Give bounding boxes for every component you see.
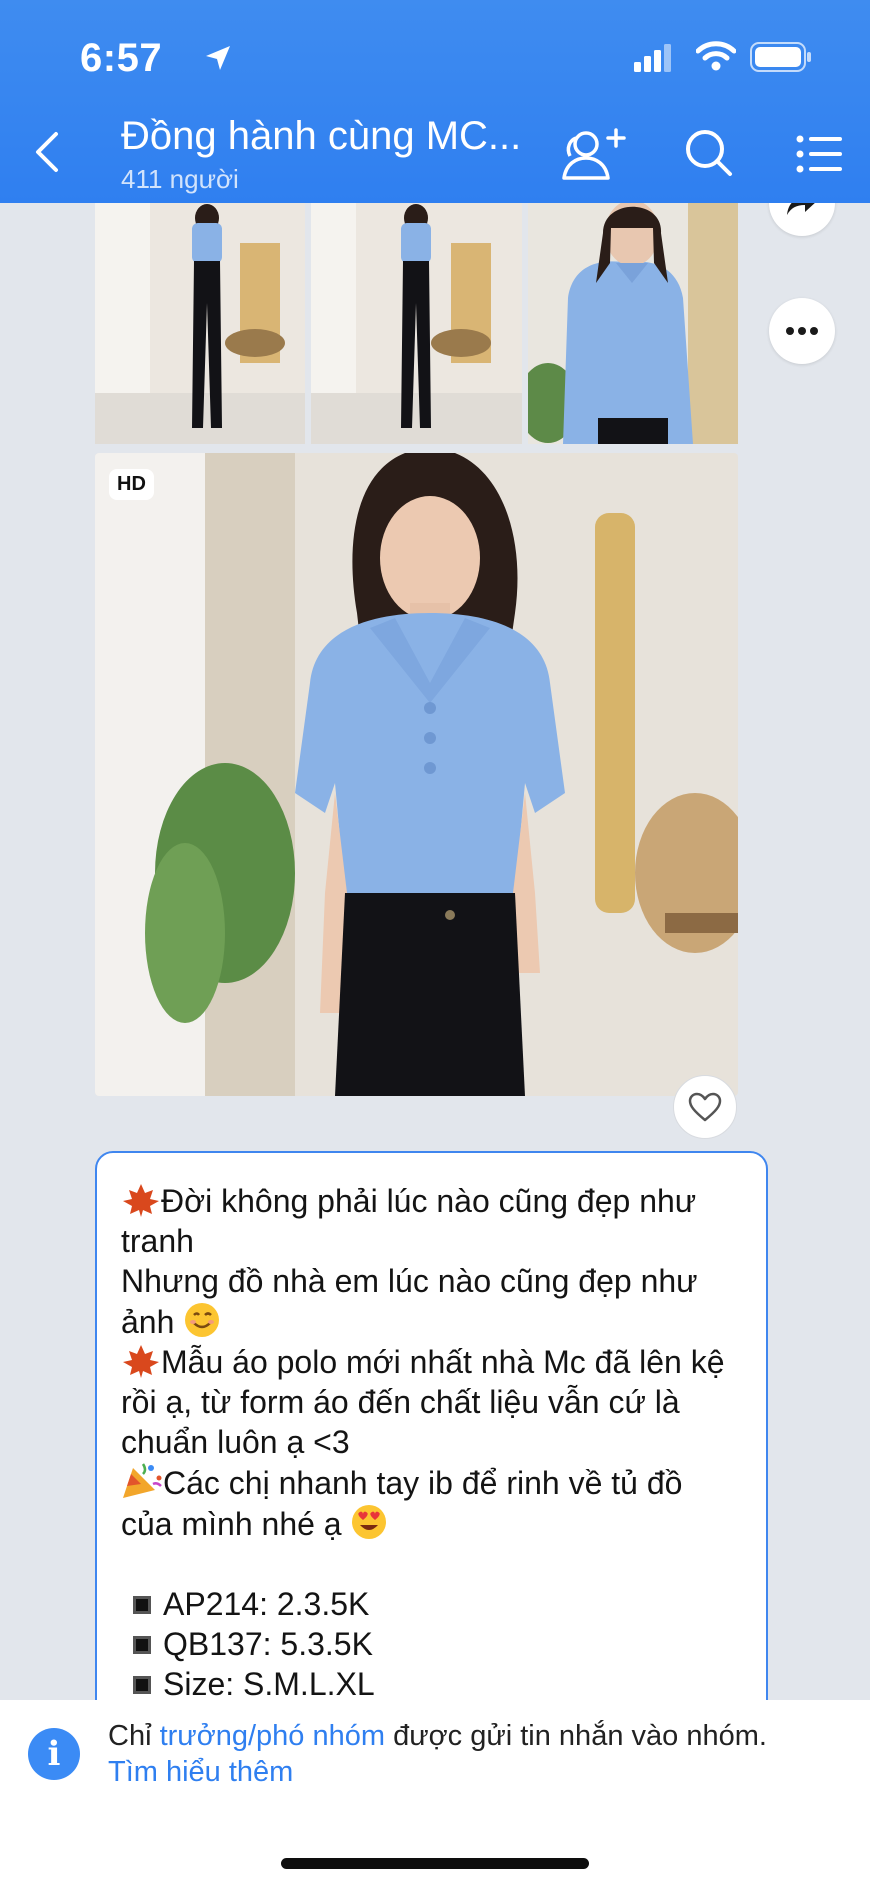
message-line: Đời không phải lúc nào cũng đẹp như tran…: [121, 1183, 697, 1259]
photo-thumbnail-3[interactable]: [528, 203, 738, 444]
share-forward-icon: [787, 203, 815, 215]
info-icon: i: [28, 1728, 80, 1780]
square-bullet-icon: [133, 1595, 151, 1614]
message-line: Các chị nhanh tay ib để rinh về tủ đồ củ…: [121, 1462, 742, 1544]
chat-header: 6:57 Đồng hành cùng MC... 411 người: [0, 0, 870, 203]
restricted-notice: Chỉ trưởng/phó nhóm được gửi tin nhắn và…: [108, 1720, 767, 1788]
learn-more-link[interactable]: Tìm hiểu thêm: [108, 1756, 293, 1788]
heart-icon: [688, 1092, 722, 1122]
status-time: 6:57: [80, 36, 163, 80]
add-user-icon[interactable]: [556, 126, 626, 184]
square-bullet-icon: [133, 1675, 151, 1694]
main-photo[interactable]: HD: [95, 453, 738, 1096]
maple-leaf-icon: [123, 1345, 159, 1378]
react-heart-button[interactable]: [673, 1075, 737, 1139]
share-button[interactable]: [769, 203, 835, 236]
more-dots-icon: [786, 327, 818, 335]
message-list[interactable]: HD Đời không phải lúc nào cũng đẹp như t…: [0, 203, 870, 1700]
item-line: AP214: 2.3.5K: [121, 1584, 742, 1624]
photo-thumbnail-1[interactable]: [95, 203, 305, 444]
party-popper-icon: [123, 1463, 162, 1498]
smiling-face-icon: [185, 1303, 220, 1337]
message-bubble[interactable]: Đời không phải lúc nào cũng đẹp như tran…: [95, 1151, 768, 1700]
maple-leaf-icon: [123, 1184, 159, 1217]
wifi-icon: [696, 41, 736, 71]
message-line: Mẫu áo polo mới nhất nhà Mc đã lên kệ rồ…: [121, 1344, 725, 1460]
member-count: 411 người: [121, 164, 239, 194]
location-arrow-icon: [206, 46, 230, 70]
message-line: Nhưng đồ nhà em lúc nào cũng đẹp như ảnh: [121, 1263, 698, 1340]
item-line: Size: S.M.L.XL: [121, 1664, 742, 1700]
group-title[interactable]: Đồng hành cùng MC...: [121, 114, 521, 159]
more-options-button[interactable]: [769, 298, 835, 364]
home-indicator[interactable]: [281, 1858, 589, 1869]
signal-icon: [634, 44, 671, 72]
heart-eyes-face-icon: [352, 1505, 387, 1539]
battery-icon: [750, 42, 811, 72]
search-icon[interactable]: [684, 128, 734, 178]
restricted-notice-bar: i Chỉ trưởng/phó nhóm được gửi tin nhắn …: [0, 1700, 870, 1883]
hd-badge: HD: [109, 469, 154, 500]
role-link[interactable]: trưởng/phó nhóm: [160, 1720, 385, 1752]
back-chevron-icon[interactable]: [30, 130, 66, 174]
photo-thumbnail-2[interactable]: [311, 203, 522, 444]
item-line: QB137: 5.3.5K: [121, 1624, 742, 1664]
list-menu-icon[interactable]: [796, 134, 844, 174]
square-bullet-icon: [133, 1635, 151, 1654]
